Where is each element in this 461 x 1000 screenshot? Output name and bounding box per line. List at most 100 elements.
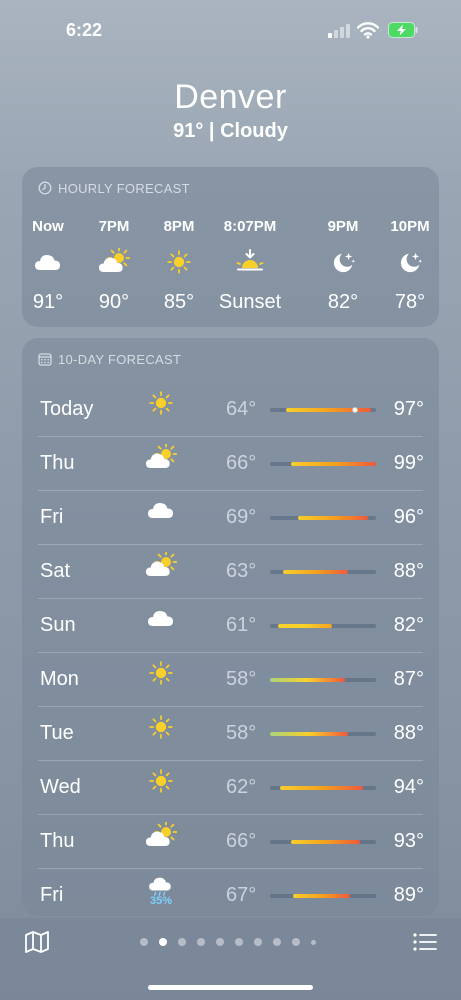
page-dot[interactable] (140, 938, 148, 946)
row-divider (38, 436, 423, 437)
battery-charging-icon (388, 22, 418, 38)
hourly-item: 8PM 85° (149, 217, 209, 315)
page-dot[interactable] (197, 938, 205, 946)
page-dot[interactable] (273, 938, 281, 946)
hourly-forecast-header: HOURLY FORECAST (38, 179, 190, 197)
hourly-item: 9PM 82° (313, 217, 373, 315)
ten-day-forecast-header: 10-DAY FORECAST (38, 350, 181, 368)
hour-temperature: 90° (98, 291, 130, 313)
day-label: Thu (40, 830, 75, 852)
day-label: Fri (40, 884, 64, 906)
low-temperature: 69° (226, 506, 257, 528)
page-dot[interactable] (311, 939, 316, 945)
page-dot[interactable] (254, 938, 262, 946)
page-dot[interactable] (216, 938, 224, 946)
partly-sunny-icon (144, 552, 178, 590)
hour-temperature: 85° (163, 291, 195, 313)
hour-label: 8:07PM (223, 218, 277, 235)
day-label: Mon (40, 668, 79, 690)
sun-icon (144, 768, 178, 806)
forecast-day-row[interactable]: Wed 62° 94° (38, 760, 424, 814)
row-divider (38, 868, 423, 869)
hourly-forecast-title: HOURLY FORECAST (58, 180, 190, 196)
hour-label: 8PM (163, 218, 195, 235)
low-temperature: 63° (226, 560, 257, 582)
forecast-day-row[interactable]: Fri 35% 67° 89° (38, 868, 424, 922)
hour-temperature: 82° (327, 291, 359, 313)
page-dot[interactable] (178, 938, 186, 946)
low-temperature: 58° (226, 722, 257, 744)
high-temperature: 87° (393, 668, 424, 690)
forecast-day-row[interactable]: Thu 66° 93° (38, 814, 424, 868)
partly-sunny-icon (144, 822, 178, 860)
cellular-signal-icon (328, 24, 350, 38)
hourly-item: 10PM 78° (380, 217, 440, 315)
day-label: Sat (40, 560, 71, 582)
high-temperature: 89° (393, 884, 424, 906)
sun-icon (149, 247, 209, 277)
hourly-item: 8:07PM Sunset (210, 217, 290, 315)
day-label: Thu (40, 452, 75, 474)
temperature-range-fill (277, 624, 333, 628)
rain-icon: 35% (144, 876, 178, 914)
forecast-day-row[interactable]: Fri 69° 96° (38, 490, 424, 544)
high-temperature: 99° (393, 452, 424, 474)
city-name: Denver (174, 78, 287, 116)
status-bar: 6:22 (0, 0, 461, 60)
forecast-day-row[interactable]: Mon 58° 87° (38, 652, 424, 706)
forecast-day-row[interactable]: Sun 61° 82° (38, 598, 424, 652)
hour-label: 9PM (327, 218, 359, 235)
high-temperature: 96° (393, 506, 424, 528)
temperature-range-fill (290, 462, 376, 466)
cloud-icon (144, 498, 178, 536)
high-temperature: 88° (393, 722, 424, 744)
hour-label: Now (32, 218, 64, 235)
forecast-day-row[interactable]: Today 64° 97° (38, 382, 424, 436)
day-label: Today (40, 398, 94, 420)
page-dot[interactable] (292, 938, 300, 946)
current-conditions: 91° | Cloudy (173, 120, 288, 142)
low-temperature: 67° (226, 884, 257, 906)
day-label: Fri (40, 506, 64, 528)
temperature-range-bar (270, 407, 376, 413)
ten-day-forecast-panel[interactable]: 10-DAY FORECAST Today 64° 97° Thu 66° 99… (22, 338, 439, 916)
moon-stars-icon (380, 247, 440, 277)
page-dot[interactable] (159, 938, 167, 946)
temperature-range-fill (293, 894, 351, 898)
forecast-day-row[interactable]: Thu 66° 99° (38, 436, 424, 490)
row-divider (38, 706, 423, 707)
low-temperature: 64° (226, 398, 257, 420)
temperature-range-bar (270, 570, 376, 574)
hour-label: 7PM (98, 218, 130, 235)
sunset-icon (210, 247, 290, 277)
high-temperature: 97° (393, 398, 424, 420)
temperature-range-fill (270, 732, 348, 736)
page-dot[interactable] (235, 938, 243, 946)
forecast-day-row[interactable]: Tue 58° 88° (38, 706, 424, 760)
row-divider (38, 760, 423, 761)
temperature-range-fill (298, 516, 369, 520)
page-indicator[interactable] (140, 938, 316, 946)
map-icon[interactable] (24, 930, 50, 954)
day-label: Sun (40, 614, 76, 636)
low-temperature: 66° (226, 830, 257, 852)
home-indicator[interactable] (148, 985, 313, 990)
high-temperature: 82° (393, 614, 424, 636)
temperature-range-fill (285, 408, 371, 412)
moon-stars-icon (313, 247, 373, 277)
low-temperature: 62° (226, 776, 257, 798)
hour-temperature: 78° (394, 291, 426, 313)
row-divider (38, 544, 423, 545)
temperature-range-bar (270, 678, 376, 682)
forecast-day-row[interactable]: Sat 63° 88° (38, 544, 424, 598)
temperature-range-bar (270, 462, 376, 466)
current-temp-marker (352, 407, 359, 413)
list-icon[interactable] (412, 930, 438, 954)
low-temperature: 61° (226, 614, 257, 636)
row-divider (38, 598, 423, 599)
high-temperature: 88° (393, 560, 424, 582)
temperature-range-bar (270, 786, 376, 790)
hourly-forecast-panel[interactable]: HOURLY FORECAST Now 91° 7PM 90° 8PM 85° 8:0… (22, 167, 439, 327)
clock-icon (38, 181, 52, 195)
sun-icon (144, 660, 178, 698)
